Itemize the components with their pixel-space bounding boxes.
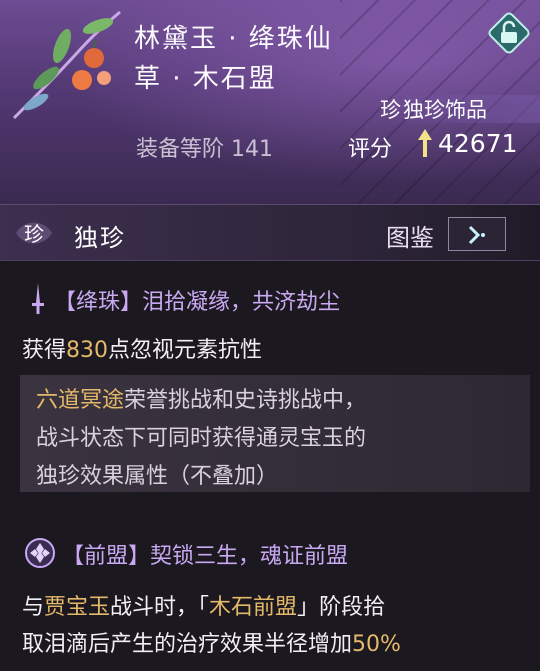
effect1-desc: 获得830点忽视元素抗性 bbox=[22, 332, 262, 364]
score-value: 42671 bbox=[438, 129, 518, 158]
note-line-2: 战斗状态下可同时获得通灵宝玉的 bbox=[36, 426, 367, 451]
effect2-line-2: 取泪滴后产生的治疗效果半径增加50% bbox=[22, 626, 401, 658]
gear-level-value: 141 bbox=[231, 137, 274, 162]
item-name: 林黛玉 · 绛珠仙 bbox=[134, 24, 333, 54]
effect1-suffix: 点忽视元素抗性 bbox=[108, 338, 263, 363]
effect2-l1-e: 」阶段拾 bbox=[297, 595, 386, 620]
score-label: 评分 bbox=[348, 137, 393, 162]
unlock-icon[interactable] bbox=[486, 10, 532, 56]
item-tooltip: 林黛玉 · 绛珠仙 草 · 木石盟 珍 独珍饰品 装备等阶 141 评分 426… bbox=[0, 0, 540, 671]
rarity-label: 独珍饰品 bbox=[403, 98, 487, 122]
gear-level: 装备等阶 141 bbox=[136, 131, 273, 163]
zhen-badge: 珍 bbox=[380, 98, 401, 122]
effect1-prefix: 获得 bbox=[22, 338, 67, 363]
item-subtitle: 草 · 木石盟 bbox=[134, 64, 277, 94]
rarity-tag: 珍 独珍饰品 bbox=[380, 95, 540, 123]
note-line-3: 独珍效果属性（不叠加） bbox=[36, 464, 279, 489]
effect2-l2-a: 取泪滴后产生的治疗效果半径增加 bbox=[22, 632, 353, 657]
note-line-1-rest: 荣誉挑战和史诗挑战中， bbox=[124, 388, 367, 413]
effect2-l2-b: 50% bbox=[352, 632, 401, 657]
effect2-l1-d: 木石前盟 bbox=[209, 595, 298, 620]
section-badge-text: 珍 bbox=[24, 222, 44, 246]
effect2-l1-b: 贾宝玉 bbox=[44, 595, 111, 620]
item-header: 林黛玉 · 绛珠仙 草 · 木石盟 珍 独珍饰品 装备等阶 141 评分 426… bbox=[0, 0, 540, 205]
codex-button[interactable] bbox=[448, 217, 506, 251]
flower-icon bbox=[12, 10, 121, 120]
effect1-name: 【绛珠】泪拾凝缘，共济劫尘 bbox=[54, 290, 341, 315]
sword-icon bbox=[32, 283, 44, 314]
effect2-name: 【前盟】契锁三生，魂证前盟 bbox=[62, 544, 349, 569]
diamond-pattern-icon bbox=[25, 538, 55, 568]
note-line-1: 六道冥途荣誉挑战和史诗挑战中， bbox=[36, 382, 366, 414]
codex-label[interactable]: 图鉴 bbox=[386, 218, 434, 253]
arrow-up-icon bbox=[418, 129, 432, 157]
effect1-value: 830 bbox=[66, 338, 109, 363]
chevron-right-icon bbox=[468, 225, 485, 245]
section-title: 独珍 bbox=[74, 224, 126, 252]
effect2-l1-c: 战斗时，「 bbox=[110, 595, 210, 620]
effect2-line-1: 与贾宝玉战斗时，「木石前盟」阶段拾 bbox=[22, 589, 385, 621]
note-highlight: 六道冥途 bbox=[36, 388, 125, 413]
effect2-l1-a: 与 bbox=[22, 595, 45, 620]
zhen-section-icon: 珍 bbox=[16, 222, 52, 246]
gear-level-label: 装备等阶 bbox=[136, 137, 225, 162]
